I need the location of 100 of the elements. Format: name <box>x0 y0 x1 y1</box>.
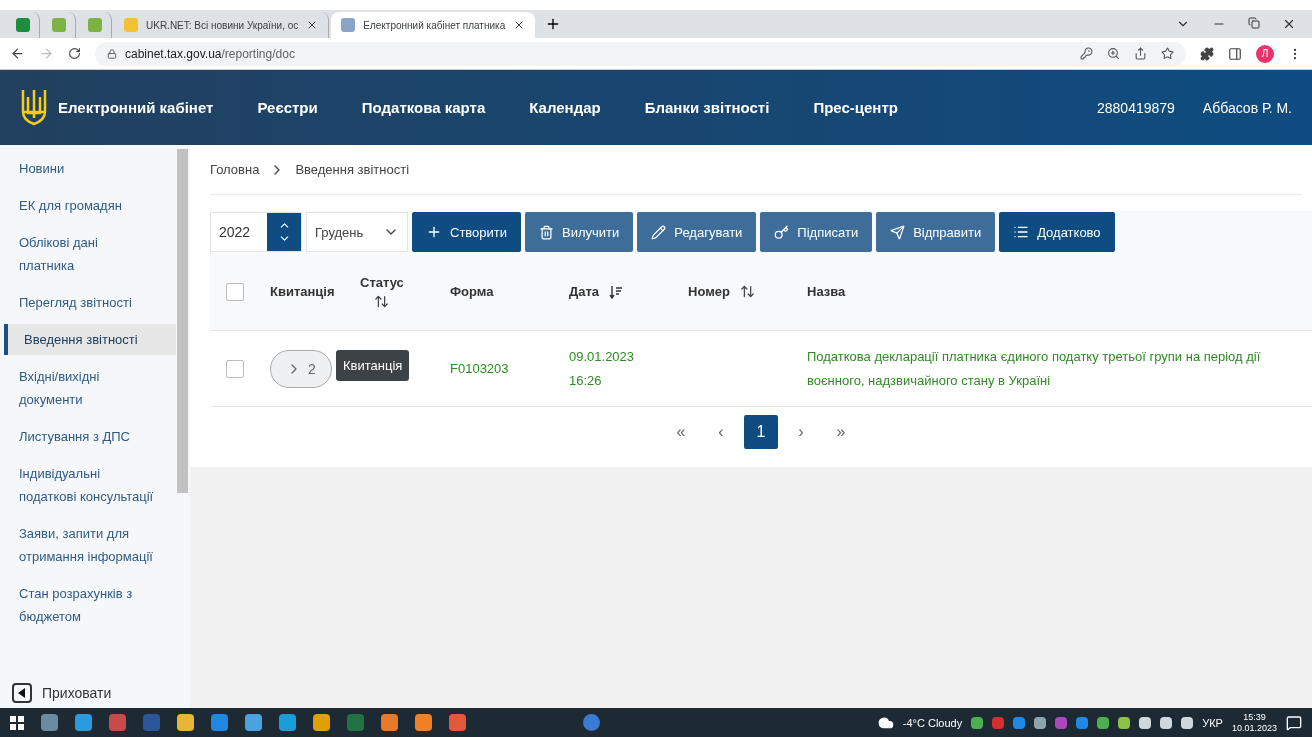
previous-page-link[interactable]: ‹ <box>704 415 738 449</box>
site-icon <box>52 18 66 32</box>
user-name[interactable]: Аббасов Р. М. <box>1202 99 1292 116</box>
plus-icon <box>426 224 442 240</box>
date-time: 09.01.2023 16:26 <box>569 347 635 390</box>
sidebar-item[interactable]: ЕК для громадян <box>0 190 176 221</box>
tray-icon[interactable] <box>1118 716 1131 729</box>
sidebar-item[interactable]: Вхідні/вихідні документи <box>0 361 176 415</box>
year-field[interactable]: 2022 <box>210 212 302 252</box>
form-code[interactable]: F0103203 <box>450 356 509 381</box>
column-header: Дата <box>569 284 600 299</box>
zoom-icon[interactable] <box>1107 47 1120 60</box>
language-indicator[interactable]: УКР <box>1202 716 1223 729</box>
taskbar-app-icon[interactable] <box>449 714 466 731</box>
month-dropdown[interactable]: Грудень <box>306 212 408 252</box>
nav-link[interactable]: Календар <box>529 99 601 116</box>
site-icon <box>88 18 102 32</box>
address-bar[interactable]: cabinet.tax.gov.ua/reporting/doc <box>95 41 1186 66</box>
nav-link[interactable]: Податкова карта <box>361 99 486 116</box>
taskbar-app-icon[interactable] <box>245 714 262 731</box>
taxpayer-id: 2880419879 <box>1097 99 1175 116</box>
lock-icon <box>107 48 117 59</box>
tab-title: UKR.NET: Всі новини України, ос <box>146 19 299 31</box>
logo-text: Електронний кабінет <box>58 99 214 116</box>
site-icon <box>16 18 30 32</box>
column-header: Форма <box>450 284 494 299</box>
tray-icon[interactable] <box>1097 716 1110 729</box>
tooltip: Квитанція <box>336 349 410 381</box>
last-page-link[interactable]: » <box>824 415 858 449</box>
pencil-icon <box>651 224 667 240</box>
sidebar-item[interactable]: Стан розрахунків з бюджетом <box>0 578 176 632</box>
scrollbar[interactable] <box>177 149 188 493</box>
first-page-link[interactable]: « <box>664 415 698 449</box>
sidebar-item[interactable]: Заяви, запити для отримання інформації <box>0 518 176 572</box>
select-all-checkbox[interactable] <box>226 282 244 301</box>
hide-label[interactable]: Приховати <box>42 685 112 701</box>
sidebar-item[interactable]: Перегляд звітності <box>0 287 176 318</box>
key-icon[interactable] <box>1080 47 1093 60</box>
sort-icon[interactable] <box>739 284 755 299</box>
side-panel-icon[interactable] <box>1228 46 1242 61</box>
browser-tab[interactable]: Електронний кабінет платника <box>331 12 536 38</box>
breadcrumb-link[interactable]: Головна <box>210 162 260 177</box>
column-header: Номер <box>688 284 730 299</box>
tray-icon[interactable] <box>1034 716 1047 729</box>
star-icon[interactable] <box>1161 47 1174 60</box>
share-icon[interactable] <box>1134 47 1147 60</box>
taskbar-app-icon[interactable] <box>41 714 58 731</box>
tray-icon[interactable] <box>1160 716 1173 729</box>
collapse-icon[interactable] <box>12 683 32 703</box>
taskbar-app-icon[interactable] <box>313 714 330 731</box>
column-header: Назва <box>807 284 846 299</box>
tray-icon[interactable] <box>1181 716 1194 729</box>
toolbar-button[interactable]: Додатково <box>999 212 1115 252</box>
notification-icon[interactable] <box>1286 714 1302 731</box>
key-icon <box>774 224 790 240</box>
column-header: Квитанція <box>270 284 335 299</box>
row-checkbox[interactable] <box>226 359 244 378</box>
taskbar-app-icon[interactable] <box>279 714 296 731</box>
taskbar-app-icon[interactable] <box>381 714 398 731</box>
profile-avatar[interactable]: Л <box>1256 44 1274 63</box>
taskbar-app-icon[interactable] <box>415 714 432 731</box>
sidebar-item[interactable]: Введення звітності <box>4 324 176 355</box>
sort-descending-icon[interactable] <box>609 284 624 299</box>
clock-time[interactable]: 15:39 <box>1243 711 1266 723</box>
taskbar-app-icon[interactable] <box>75 714 92 731</box>
puzzle-icon[interactable] <box>1200 46 1214 61</box>
back-icon[interactable] <box>10 46 25 61</box>
toolbar-button[interactable]: Створити <box>412 212 522 252</box>
weather-text[interactable]: -4°C Cloudy <box>902 716 963 729</box>
taskbar-app-icon[interactable] <box>211 714 228 731</box>
restore-icon[interactable] <box>1248 17 1260 29</box>
send-icon <box>890 224 906 240</box>
nav-link[interactable]: Прес-центр <box>813 99 898 116</box>
nav-link[interactable]: Реєстри <box>257 99 318 116</box>
sidebar-item[interactable]: Індивідуальні податкові консультації <box>0 458 176 512</box>
site-icon <box>124 18 138 32</box>
windows-start-icon[interactable] <box>10 715 24 730</box>
page-link[interactable]: 1 <box>744 415 778 449</box>
tray-icon[interactable] <box>1139 716 1152 729</box>
reload-icon[interactable] <box>68 47 81 60</box>
tab-title: Електронний кабінет платника <box>363 19 506 31</box>
document-name[interactable]: Податкова декларації платника єдиного податку третьої групи на період дії воєнного, надзвичайного стану в Україні <box>807 344 1312 393</box>
sidebar-item[interactable]: Листування з ДПС <box>0 421 176 452</box>
trash-icon <box>539 224 555 240</box>
tray-icon[interactable] <box>971 716 984 729</box>
breadcrumb-link[interactable]: Введення звітності <box>295 162 410 177</box>
sidebar-item[interactable]: Облікові дані платника <box>0 227 176 281</box>
url-text: cabinet.tax.gov.ua/reporting/doc <box>125 46 295 61</box>
taskbar-app-icon[interactable] <box>109 714 126 731</box>
taskbar-app-icon[interactable] <box>177 714 194 731</box>
site-icon <box>341 18 356 32</box>
list-icon <box>1013 224 1030 240</box>
sort-icon[interactable] <box>374 293 390 309</box>
receipt-expand-button[interactable]: 2 <box>270 349 332 388</box>
nav-link[interactable]: Бланки звітності <box>644 99 770 116</box>
sidebar-item[interactable]: Новини <box>0 153 176 184</box>
help-icon[interactable] <box>583 714 600 731</box>
next-page-link[interactable]: › <box>784 415 818 449</box>
close-icon[interactable] <box>1282 17 1296 31</box>
clock-date[interactable]: 10.01.2023 <box>1231 722 1277 734</box>
